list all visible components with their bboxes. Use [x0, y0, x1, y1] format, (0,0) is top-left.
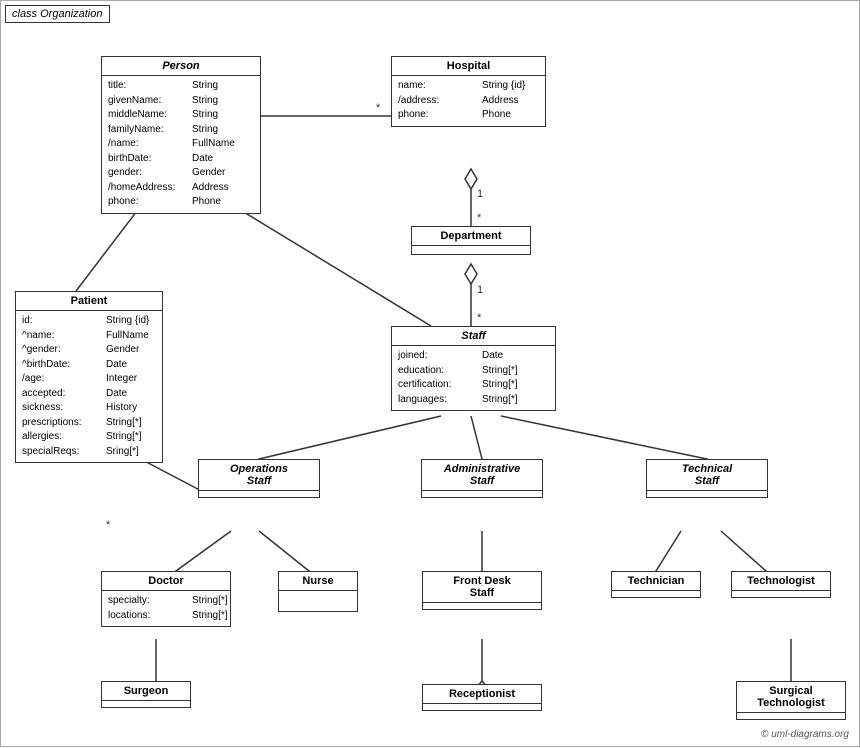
department-class: Department: [411, 226, 531, 255]
technician-header: Technician: [612, 572, 700, 591]
hospital-class: Hospital name:String {id} /address:Addre…: [391, 56, 546, 127]
technologist-body: [732, 591, 830, 597]
svg-text:*: *: [376, 102, 381, 114]
patient-header: Patient: [16, 292, 162, 311]
svg-text:1: 1: [477, 188, 483, 200]
technician-body: [612, 591, 700, 597]
department-header: Department: [412, 227, 530, 246]
nurse-header: Nurse: [279, 572, 357, 591]
person-class: Person title:String givenName:String mid…: [101, 56, 261, 214]
surgeon-class: Surgeon: [101, 681, 191, 708]
svg-text:1: 1: [477, 284, 483, 296]
technical-staff-class: Technical Staff: [646, 459, 768, 498]
svg-text:*: *: [477, 312, 482, 324]
administrative-staff-class: Administrative Staff: [421, 459, 543, 498]
copyright: © uml-diagrams.org: [761, 729, 849, 740]
technical-staff-header: Technical Staff: [647, 460, 767, 491]
staff-class: Staff joined:Date education:String[*] ce…: [391, 326, 556, 411]
diagram-title: class Organization: [5, 5, 110, 23]
front-desk-staff-header: Front Desk Staff: [423, 572, 541, 603]
nurse-class: Nurse: [278, 571, 358, 612]
surgical-technologist-class: Surgical Technologist: [736, 681, 846, 720]
technical-staff-body: [647, 491, 767, 497]
surgeon-body: [102, 701, 190, 707]
technician-class: Technician: [611, 571, 701, 598]
operations-staff-class: Operations Staff: [198, 459, 320, 498]
staff-header: Staff: [392, 327, 555, 346]
administrative-staff-header: Administrative Staff: [422, 460, 542, 491]
operations-staff-header: Operations Staff: [199, 460, 319, 491]
hospital-body: name:String {id} /address:Address phone:…: [392, 76, 545, 126]
surgical-technologist-body: [737, 713, 845, 719]
diagram-container: class Organization * * 1 * 1 * *: [0, 0, 860, 747]
person-header: Person: [102, 57, 260, 76]
receptionist-header: Receptionist: [423, 685, 541, 704]
technologist-header: Technologist: [732, 572, 830, 591]
hospital-header: Hospital: [392, 57, 545, 76]
nurse-body: [279, 591, 357, 611]
receptionist-body: [423, 704, 541, 710]
operations-staff-body: [199, 491, 319, 497]
patient-body: id:String {id} ^name:FullName ^gender:Ge…: [16, 311, 162, 462]
staff-body: joined:Date education:String[*] certific…: [392, 346, 555, 410]
surgical-technologist-header: Surgical Technologist: [737, 682, 845, 713]
front-desk-staff-body: [423, 603, 541, 609]
department-body: [412, 246, 530, 254]
doctor-class: Doctor specialty:String[*] locations:Str…: [101, 571, 231, 627]
front-desk-staff-class: Front Desk Staff: [422, 571, 542, 610]
doctor-body: specialty:String[*] locations:String[*]: [102, 591, 230, 626]
svg-text:*: *: [106, 519, 111, 531]
doctor-header: Doctor: [102, 572, 230, 591]
receptionist-class: Receptionist: [422, 684, 542, 711]
surgeon-header: Surgeon: [102, 682, 190, 701]
patient-class: Patient id:String {id} ^name:FullName ^g…: [15, 291, 163, 463]
svg-text:*: *: [477, 212, 482, 224]
administrative-staff-body: [422, 491, 542, 497]
technologist-class: Technologist: [731, 571, 831, 598]
person-body: title:String givenName:String middleName…: [102, 76, 260, 213]
